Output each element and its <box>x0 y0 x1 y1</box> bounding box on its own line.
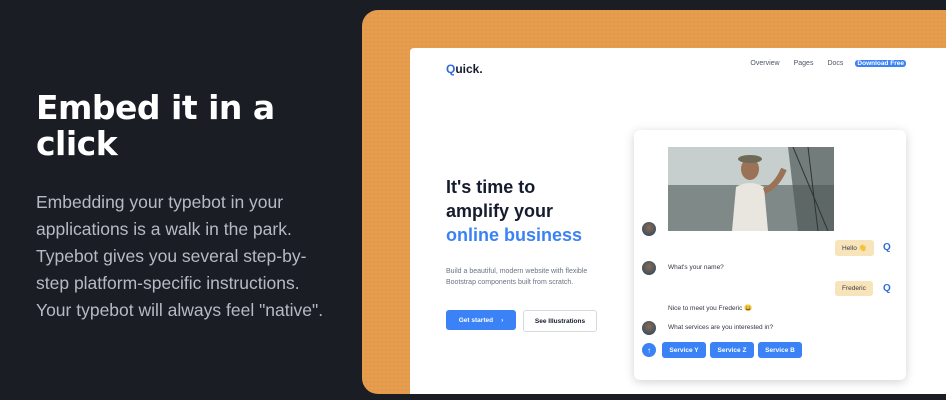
nav-links: Overview Pages Docs Download Free <box>748 60 906 67</box>
site-logo[interactable]: Quick. <box>446 62 483 76</box>
arrow-up-icon[interactable]: ↑ <box>642 343 656 357</box>
bot-message-name: What's your name? <box>668 264 724 271</box>
bot-avatar <box>642 321 656 335</box>
user-avatar-icon: Q <box>883 283 891 294</box>
user-message-hello: Hello 👋 <box>835 240 874 256</box>
bot-message-greeting: Nice to meet you Frederic 😀 <box>668 305 753 312</box>
get-started-button[interactable]: Get started › <box>446 310 516 330</box>
website-preview: Quick. Overview Pages Docs Download Free… <box>410 48 946 394</box>
choice-service-b[interactable]: Service B <box>758 342 802 358</box>
hero-title: It's time to amplify your online busines… <box>446 177 583 245</box>
bot-avatar <box>642 222 656 236</box>
typebot-chat-widget: Hello 👋 Q What's your name? Frederic Q N… <box>634 130 906 380</box>
chat-image <box>668 147 834 231</box>
user-avatar-icon: Q <box>883 242 891 253</box>
bot-message-services: What services are you interested in? <box>668 324 774 331</box>
user-message-name: Frederic <box>835 281 873 296</box>
nav-overview[interactable]: Overview <box>748 60 781 67</box>
choice-service-y[interactable]: Service Y <box>662 342 706 358</box>
nav-pages[interactable]: Pages <box>792 60 816 67</box>
chevron-right-icon: › <box>501 316 504 324</box>
site-navbar: Quick. Overview Pages Docs Download Free <box>446 60 946 80</box>
embed-section: Embed it in a click Embedding your typeb… <box>36 88 336 324</box>
see-illustrations-button[interactable]: See Illustrations <box>523 310 597 332</box>
hero-subtitle: Build a beautiful, modern website with f… <box>446 268 588 287</box>
bot-avatar <box>642 261 656 275</box>
choice-service-z[interactable]: Service Z <box>710 342 754 358</box>
section-title: Embed it in a click <box>36 88 275 164</box>
fisherman-image <box>668 147 834 231</box>
download-free-button[interactable]: Download Free <box>855 60 906 67</box>
preview-frame: Quick. Overview Pages Docs Download Free… <box>362 10 946 394</box>
section-description: Embedding your typebot in your applicati… <box>36 191 324 321</box>
nav-docs[interactable]: Docs <box>825 60 845 67</box>
